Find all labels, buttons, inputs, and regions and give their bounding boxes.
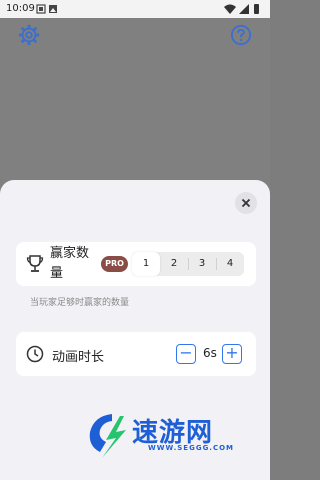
winners-count-selector: 1 2 3 4	[132, 252, 244, 276]
gear-icon[interactable]	[18, 24, 40, 46]
status-bar: 10:09	[0, 0, 270, 18]
question-circle-icon[interactable]	[230, 24, 252, 46]
winners-hint: 当玩家足够时赢家的数量	[30, 298, 130, 308]
trophy-icon	[26, 255, 44, 272]
animation-duration-title: 动画时长	[52, 350, 105, 365]
winners-title: 赢家数量	[50, 246, 90, 281]
winners-option-1[interactable]: 1	[132, 252, 160, 276]
watermark-logo	[89, 414, 126, 458]
system-status-icons	[224, 4, 259, 14]
clock-icon	[26, 345, 44, 363]
pro-badge: PRO	[101, 256, 128, 272]
winners-option-2[interactable]: 2	[160, 252, 188, 276]
decrease-duration-button[interactable]: −	[176, 344, 196, 364]
watermark-url: WWW.SEGGG.COM	[148, 444, 235, 452]
close-icon[interactable]	[235, 192, 257, 214]
status-time: 10:09	[6, 3, 35, 14]
increase-duration-button[interactable]: +	[222, 344, 242, 364]
notification-icons	[36, 4, 57, 14]
winners-option-3[interactable]: 3	[188, 252, 216, 276]
winners-option-4[interactable]: 4	[216, 252, 244, 276]
duration-value: 6s	[203, 346, 217, 360]
